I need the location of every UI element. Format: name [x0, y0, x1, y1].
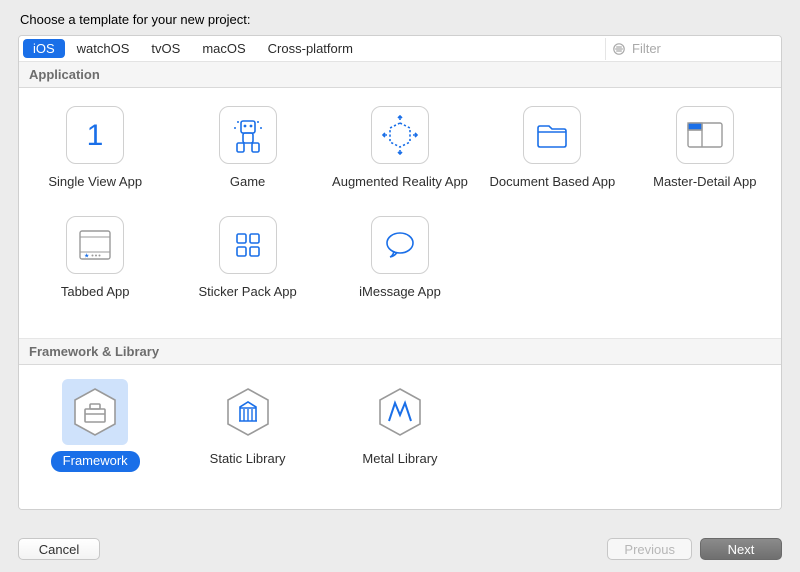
selection-highlight: [62, 379, 128, 445]
section-header-framework-library: Framework & Library: [19, 338, 781, 365]
tab-ios[interactable]: iOS: [23, 39, 65, 58]
filter-icon: [612, 42, 626, 56]
svg-text:★: ★: [84, 252, 89, 259]
master-detail-icon: [676, 106, 734, 164]
section-header-application: Application: [19, 62, 781, 88]
template-metal-library[interactable]: Metal Library: [325, 383, 475, 483]
tab-tvos[interactable]: tvOS: [141, 39, 190, 58]
tab-macos[interactable]: macOS: [192, 39, 255, 58]
template-label: Tabbed App: [61, 284, 130, 316]
template-label: Sticker Pack App: [198, 284, 296, 316]
template-label: Document Based App: [490, 174, 616, 206]
next-button[interactable]: Next: [700, 538, 782, 560]
template-label: iMessage App: [359, 284, 441, 316]
single-view-app-icon: 1: [66, 106, 124, 164]
filter-input[interactable]: [630, 40, 782, 57]
metal-library-icon: [371, 383, 429, 441]
template-master-detail-app[interactable]: Master-Detail App: [630, 106, 780, 206]
template-game[interactable]: Game: [173, 106, 323, 206]
template-label: Static Library: [210, 451, 286, 483]
template-tabbed-app[interactable]: ★ Tabbed App: [20, 216, 170, 316]
application-grid: 1 Single View App Game: [19, 88, 781, 338]
template-label: Metal Library: [362, 451, 437, 483]
game-icon: [219, 106, 277, 164]
template-panel: iOS watchOS tvOS macOS Cross-platform Ap…: [18, 35, 782, 510]
template-label: Game: [230, 174, 265, 206]
svg-text:1: 1: [87, 119, 104, 152]
template-static-library[interactable]: Static Library: [173, 383, 323, 483]
template-imessage-app[interactable]: iMessage App: [325, 216, 475, 316]
footer-buttons: Cancel Previous Next: [0, 538, 800, 560]
template-framework[interactable]: Framework: [20, 383, 170, 483]
page-title: Choose a template for your new project:: [0, 0, 800, 35]
template-label: Master-Detail App: [653, 174, 756, 206]
framework-grid: Framework Static Library: [19, 365, 781, 509]
tabbed-app-icon: ★: [66, 216, 124, 274]
imessage-icon: [371, 216, 429, 274]
tab-watchos[interactable]: watchOS: [67, 39, 140, 58]
template-single-view-app[interactable]: 1 Single View App: [20, 106, 170, 206]
static-library-icon: [219, 383, 277, 441]
template-sticker-pack-app[interactable]: Sticker Pack App: [173, 216, 323, 316]
framework-icon: [66, 383, 124, 441]
arkit-icon: [371, 106, 429, 164]
template-label: Augmented Reality App: [332, 174, 468, 206]
filter-field[interactable]: [605, 38, 777, 60]
cancel-button[interactable]: Cancel: [18, 538, 100, 560]
folder-icon: [523, 106, 581, 164]
template-label: Framework: [51, 451, 140, 472]
tab-cross-platform[interactable]: Cross-platform: [258, 39, 363, 58]
previous-button: Previous: [607, 538, 692, 560]
template-document-based-app[interactable]: Document Based App: [477, 106, 627, 206]
sticker-pack-icon: [219, 216, 277, 274]
template-augmented-reality-app[interactable]: Augmented Reality App: [325, 106, 475, 206]
platform-tabbar: iOS watchOS tvOS macOS Cross-platform: [19, 36, 781, 62]
template-label: Single View App: [48, 174, 142, 206]
